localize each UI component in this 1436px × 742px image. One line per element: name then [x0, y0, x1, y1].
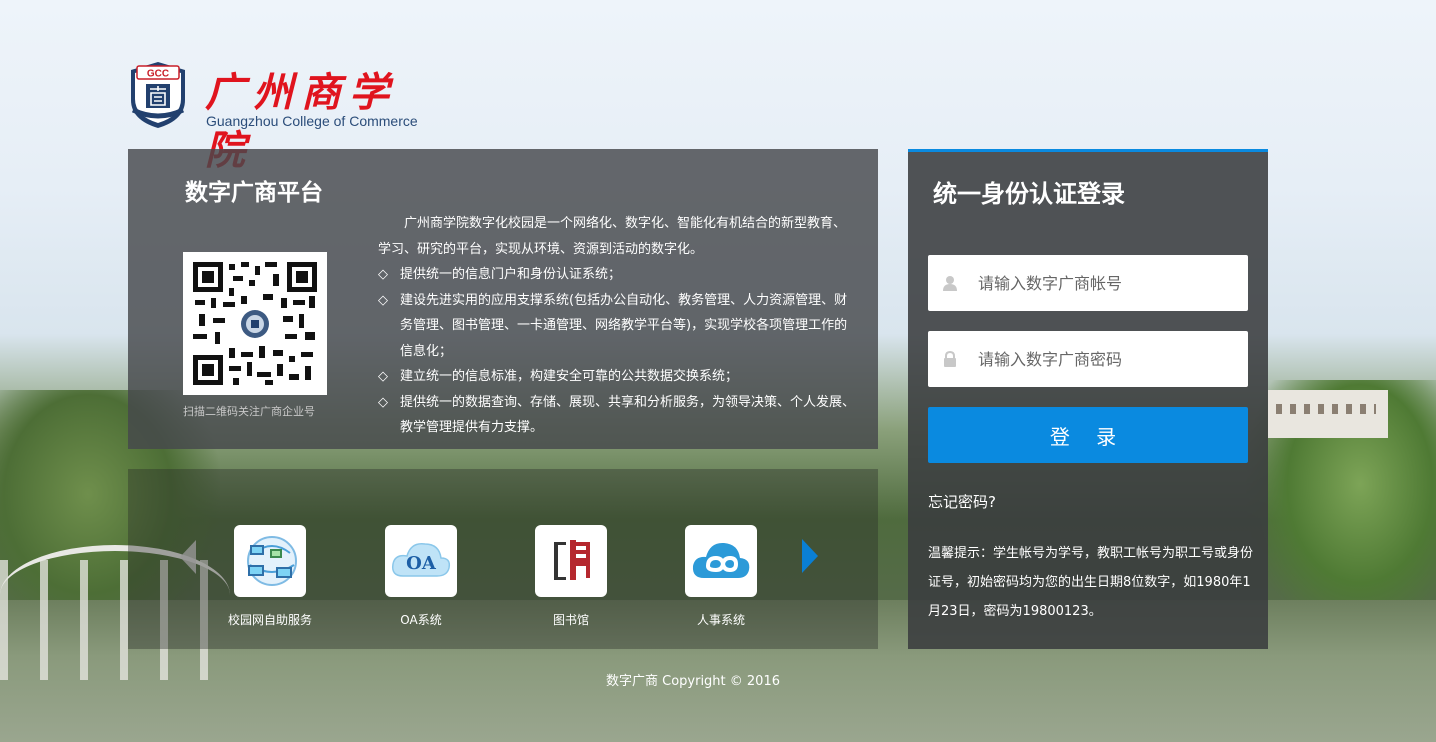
list-item-text: 建设先进实用的应用支撑系统(包括办公自动化、教务管理、人力资源管理、财务管理、图…: [400, 292, 848, 359]
diamond-bullet-icon: ◇: [378, 267, 388, 282]
password-input[interactable]: [978, 331, 1238, 387]
hr-cloud-icon: [685, 525, 757, 597]
list-item-text: 提供统一的数据查询、存储、展现、共享和分析服务，为领导决策、个人发展、教学管理提…: [400, 394, 856, 436]
platform-intro: 广州商学院数字化校园是一个网络化、数字化、智能化有机结合的新型教育、学习、研究的…: [378, 216, 847, 257]
app-campus-network-service[interactable]: 校园网自助服务: [215, 525, 325, 628]
username-field: [928, 255, 1248, 311]
list-item-text: 提供统一的信息门户和身份认证系统；: [400, 267, 622, 282]
app-oa-system[interactable]: OA OA系统: [366, 525, 476, 628]
username-input[interactable]: [978, 255, 1238, 311]
user-icon: [943, 276, 957, 291]
platform-title: 数字广商平台: [185, 180, 323, 206]
login-title: 统一身份认证登录: [933, 180, 1125, 208]
list-item: ◇ 建立统一的信息标准，构建安全可靠的公共数据交换系统；: [378, 364, 858, 390]
list-item: ◇ 提供统一的信息门户和身份认证系统；: [378, 262, 858, 288]
college-name-en: Guangzhou College of Commerce: [206, 113, 418, 129]
app-label: 人事系统: [696, 613, 745, 627]
app-library[interactable]: 图书馆: [516, 525, 626, 628]
college-emblem-icon: GCC: [131, 62, 185, 128]
list-item-text: 建立统一的信息标准，构建安全可靠的公共数据交换系统；: [400, 369, 739, 384]
qr-code-icon: [193, 262, 317, 385]
platform-description: 广州商学院数字化校园是一个网络化、数字化、智能化有机结合的新型教育、学习、研究的…: [378, 211, 858, 441]
lock-icon: [944, 351, 956, 367]
password-field: [928, 331, 1248, 387]
app-hr-system[interactable]: 人事系统: [666, 525, 776, 628]
list-item: ◇ 建设先进实用的应用支撑系统(包括办公自动化、教务管理、人力资源管理、财务管理…: [378, 288, 858, 365]
login-panel: 统一身份认证登录 登 录 忘记密码? 温馨提示：学生帐号为学号，教职工帐号为职工…: [908, 149, 1268, 649]
qr-caption: 扫描二维码关注广商企业号: [183, 405, 315, 418]
app-label: OA系统: [400, 613, 442, 627]
diamond-bullet-icon: ◇: [378, 394, 388, 410]
qr-code: [183, 252, 327, 395]
quick-apps-panel: 校园网自助服务 OA OA系统 图书馆 人事系统: [128, 469, 878, 649]
app-label: 图书馆: [552, 613, 589, 627]
svg-text:GCC: GCC: [147, 69, 169, 80]
library-icon: [535, 525, 607, 597]
platform-info-panel: 数字广商平台 扫描二维码关注广商企业号 广州商学院数字化校园是一个网络化、数字化…: [128, 149, 878, 449]
background-building: [1268, 390, 1388, 438]
network-computers-icon: [234, 525, 306, 597]
footer-copyright: 数字广商 Copyright © 2016: [605, 674, 780, 689]
diamond-bullet-icon: ◇: [378, 369, 388, 384]
login-tip: 温馨提示：学生帐号为学号，教职工帐号为职工号或身份证号，初始密码均为您的出生日期…: [928, 546, 1254, 619]
app-label: 校园网自助服务: [227, 613, 312, 627]
login-button[interactable]: 登 录: [928, 407, 1248, 463]
college-logo: GCC 广州商学院 Guangzhou College of Commerce: [127, 58, 427, 174]
list-item: ◇ 提供统一的数据查询、存储、展现、共享和分析服务，为领导决策、个人发展、教学管…: [378, 390, 858, 441]
carousel-prev-arrow-icon[interactable]: [180, 540, 196, 574]
diamond-bullet-icon: ◇: [378, 292, 388, 308]
carousel-next-arrow-icon[interactable]: [802, 539, 818, 573]
svg-text:OA: OA: [406, 553, 437, 574]
oa-cloud-icon: OA: [385, 525, 457, 597]
forgot-password-link[interactable]: 忘记密码?: [928, 491, 996, 512]
